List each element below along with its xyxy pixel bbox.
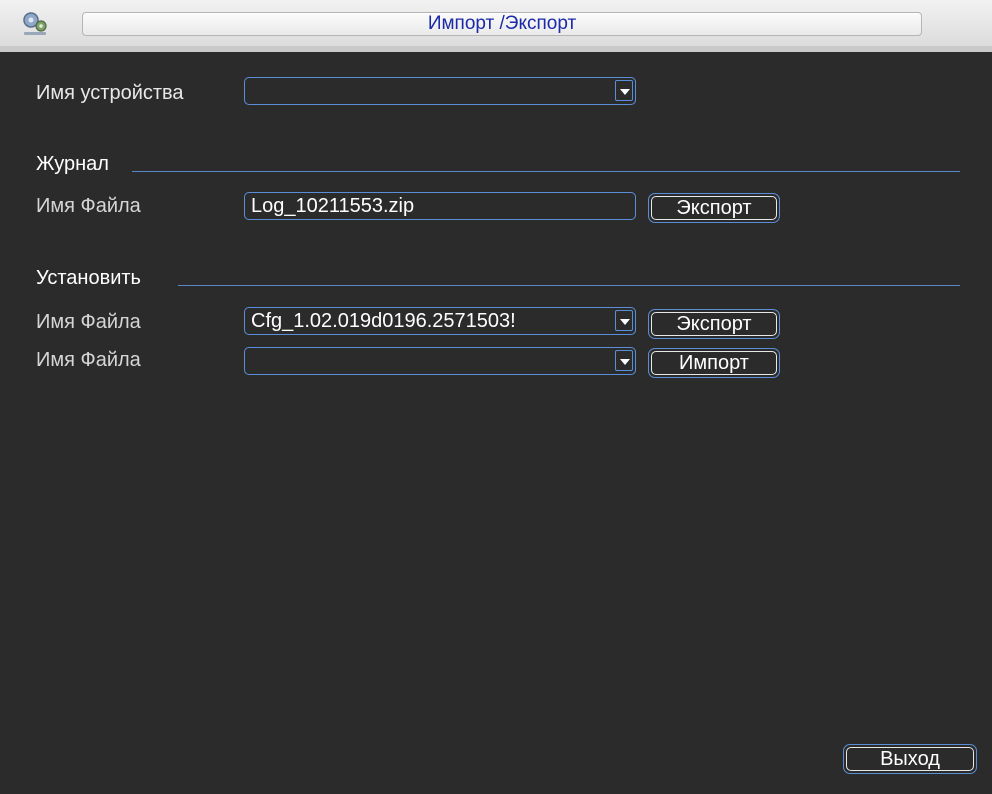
import-export-window: Импорт /Экспорт Имя устройства Журнал Им… — [0, 0, 992, 794]
config-export-label: Экспорт — [651, 312, 777, 336]
chevron-down-icon[interactable] — [615, 80, 633, 101]
config-section-divider — [178, 285, 960, 286]
config-section-heading: Установить — [36, 267, 141, 289]
device-name-select[interactable] — [244, 77, 636, 105]
log-section-heading: Журнал — [36, 153, 109, 175]
exit-button[interactable]: Выход — [843, 744, 977, 774]
window-title: Импорт /Экспорт — [82, 12, 922, 36]
config-import-label: Импорт — [651, 351, 777, 375]
config-import-file-label: Имя Файла — [36, 349, 141, 371]
chevron-down-icon[interactable] — [615, 350, 633, 371]
chevron-down-icon[interactable] — [615, 310, 633, 331]
config-export-file-value: Cfg_1.02.019d0196.2571503! — [251, 310, 516, 332]
log-file-label: Имя Файла — [36, 195, 141, 217]
exit-label: Выход — [846, 747, 974, 771]
title-bar-edge — [0, 46, 992, 52]
log-section-divider — [132, 171, 960, 172]
log-file-field[interactable]: Log_10211553.zip — [244, 192, 636, 220]
config-export-button[interactable]: Экспорт — [648, 309, 780, 339]
config-export-file-label: Имя Файла — [36, 311, 141, 333]
settings-gear-icon — [23, 12, 47, 35]
config-import-button[interactable]: Импорт — [648, 348, 780, 378]
device-name-label: Имя устройства — [36, 82, 184, 104]
log-file-value: Log_10211553.zip — [251, 195, 415, 217]
log-export-button[interactable]: Экспорт — [648, 193, 780, 223]
title-bar: Импорт /Экспорт — [0, 0, 992, 47]
config-export-file-select[interactable]: Cfg_1.02.019d0196.2571503! — [244, 307, 636, 335]
log-export-label: Экспорт — [651, 196, 777, 220]
config-import-file-select[interactable] — [244, 347, 636, 375]
